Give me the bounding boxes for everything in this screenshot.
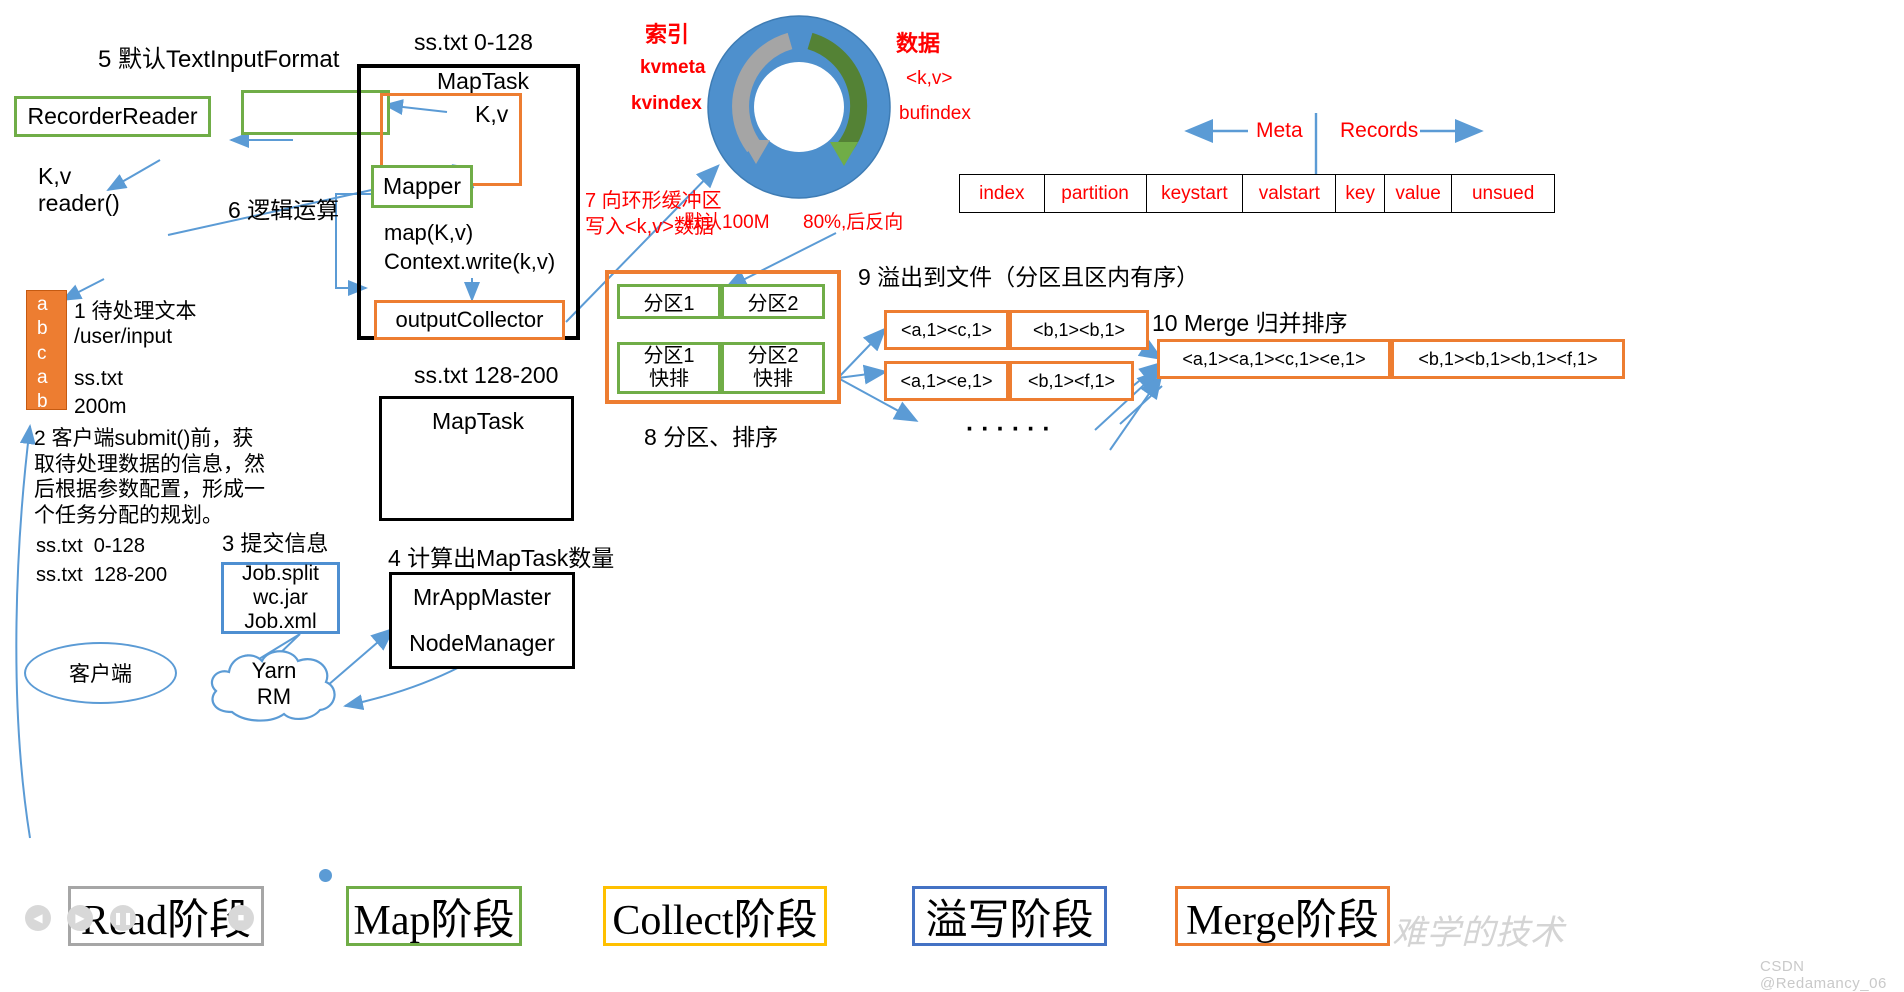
stage-legend-label: Collect阶段 <box>612 897 818 944</box>
yarn-label: Yarn RM <box>251 658 297 709</box>
step1-label: 1 待处理文本 /user/input <box>74 300 197 348</box>
prev-icon[interactable]: ◀ <box>25 905 51 931</box>
merged-file-text: <b,1><b,1><b,1><f,1> <box>1418 348 1598 369</box>
step2-label: 2 客户端submit()前，获 取待处理数据的信息，然 后根据参数配置，形成一… <box>34 427 265 527</box>
job-files-box[interactable]: Job.split wc.jar Job.xml <box>221 562 340 634</box>
diagram-canvas: 5 默认TextInputFormat RecorderReader K,v r… <box>0 0 1904 992</box>
bufindex-label: bufindex <box>899 103 971 124</box>
maptask2-title: MapTask <box>432 408 525 434</box>
maptask1-caption: ss.txt 0-128 <box>414 29 533 55</box>
spill-file-text: <a,1><c,1> <box>900 319 993 340</box>
kv-reader-label: K,v reader() <box>38 163 120 217</box>
partition-2-sorted-box[interactable]: 分区2 快排 <box>721 342 825 394</box>
stage-legend-label: Merge阶段 <box>1186 897 1379 944</box>
client-ellipse[interactable]: 客户端 <box>24 642 177 704</box>
partition-1-label: 分区1 <box>643 293 695 315</box>
step9-label: 9 溢出到文件（分区且区内有序） <box>858 264 1200 290</box>
job-file-item: wc.jar <box>253 586 308 610</box>
spill-threshold-label: 80%,后反向 <box>803 212 904 233</box>
input-file-size: 200m <box>74 395 127 418</box>
merged-file-text: <a,1><a,1><c,1><e,1> <box>1182 348 1366 369</box>
mr-app-master-label: MrAppMaster <box>412 584 552 611</box>
step10-label: 10 Merge 归并排序 <box>1152 310 1348 336</box>
spill-ellipsis: · · · · · · <box>966 415 1051 443</box>
kvindex-label: kvindex <box>631 93 702 114</box>
step8-label: 8 分区、排序 <box>644 424 779 450</box>
spill-file-cell[interactable]: <a,1><c,1> <box>884 310 1009 350</box>
buffer-cell[interactable]: index <box>959 174 1044 213</box>
merged-file-cell[interactable]: <b,1><b,1><b,1><f,1> <box>1391 339 1625 379</box>
step4-label: 4 计算出MapTask数量 <box>388 545 615 571</box>
kv-pair-label: <k,v> <box>906 68 953 89</box>
output-collector-label: outputCollector <box>395 307 544 332</box>
spill-file-cell[interactable]: <b,1><f,1> <box>1009 361 1134 401</box>
spill-file-text: <b,1><b,1> <box>1032 319 1126 340</box>
client-label: 客户端 <box>69 663 132 686</box>
stop-icon[interactable]: ■ <box>228 905 254 931</box>
buffer-cell[interactable]: key <box>1335 174 1384 213</box>
merged-file-cell[interactable]: <a,1><a,1><c,1><e,1> <box>1157 339 1391 379</box>
recorder-reader-label: RecorderReader <box>27 103 198 129</box>
yarn-cloud[interactable]: Yarn RM <box>200 640 348 726</box>
maptask1-title: MapTask <box>437 68 530 94</box>
split-2-label: ss.txt 128-200 <box>36 564 168 586</box>
stage-legend-spill[interactable]: 溢写阶段 <box>912 886 1107 946</box>
stage-legend-label: Map阶段 <box>353 897 515 944</box>
mapper-label: Mapper <box>383 173 461 199</box>
file-block-letters: a b c a b … <box>37 294 56 437</box>
maptask2-caption: ss.txt 128-200 <box>414 362 559 388</box>
partition-1-box[interactable]: 分区1 <box>617 284 721 319</box>
spill-file-cell[interactable]: <b,1><b,1> <box>1009 310 1149 350</box>
progress-dot <box>319 869 332 882</box>
watermark-brand: CSDN @Redamancy_06 <box>1760 958 1887 992</box>
output-collector-box[interactable]: outputCollector <box>374 300 565 340</box>
watermark-chinese: 难学的技术 <box>1392 915 1565 952</box>
split-1-label: ss.txt 0-128 <box>36 535 145 557</box>
step3-label: 3 提交信息 <box>222 531 329 556</box>
buffer-cell[interactable]: valstart <box>1242 174 1336 213</box>
spill-file-text: <a,1><e,1> <box>900 370 993 391</box>
meta-label: Meta <box>1256 119 1303 142</box>
buffer-cell[interactable]: unsued <box>1451 174 1555 213</box>
ring-buffer <box>706 14 892 200</box>
mapper-box[interactable]: Mapper <box>371 165 473 208</box>
partition-1-sorted-box[interactable]: 分区1 快排 <box>617 342 721 394</box>
recorder-reader-box[interactable]: RecorderReader <box>14 96 211 137</box>
index-title: 索引 <box>645 22 690 47</box>
partition-1-sorted-label: 分区1 快排 <box>643 344 695 390</box>
records-label: Records <box>1340 119 1419 142</box>
spill-file-cell[interactable]: <a,1><e,1> <box>884 361 1009 401</box>
ring-buffer-icon <box>707 15 891 199</box>
stage-legend-label: Read阶段 <box>80 897 252 944</box>
data-title: 数据 <box>896 31 941 56</box>
job-file-item: Job.split <box>241 562 320 586</box>
default-buffer-size: 默认100M <box>684 212 770 233</box>
input-file-name: ss.txt <box>74 367 124 390</box>
spill-file-text: <b,1><f,1> <box>1027 370 1116 391</box>
stage-legend-collect[interactable]: Collect阶段 <box>603 886 827 946</box>
node-manager-label: NodeManager <box>409 629 555 656</box>
kv-label: K,v <box>475 101 509 127</box>
partition-2-sorted-label: 分区2 快排 <box>747 344 799 390</box>
map-calls-label: map(K,v) Context.write(k,v) <box>384 220 556 274</box>
buffer-cell[interactable]: partition <box>1043 174 1146 213</box>
stage-legend-label: 溢写阶段 <box>925 897 1094 944</box>
pause-icon[interactable]: ❚❚ <box>110 905 136 931</box>
buffer-cell[interactable]: keystart <box>1145 174 1243 213</box>
step5-label: 5 默认TextInputFormat <box>98 46 340 73</box>
step6-label: 6 逻辑运算 <box>228 197 340 223</box>
buffer-cell[interactable]: value <box>1383 174 1452 213</box>
mr-app-master-box[interactable]: MrAppMaster NodeManager <box>389 572 575 669</box>
play-icon[interactable]: ▶ <box>67 905 93 931</box>
connector-layer <box>15 99 1484 839</box>
job-file-item: Job.xml <box>244 609 317 633</box>
partition-2-label: 分区2 <box>747 293 799 315</box>
buffer-layout-table: index partition keystart valstart key value un… <box>959 174 1555 213</box>
partition-2-box[interactable]: 分区2 <box>721 284 825 319</box>
stage-legend-merge[interactable]: Merge阶段 <box>1175 886 1390 946</box>
stage-legend-map[interactable]: Map阶段 <box>346 886 522 946</box>
kvmeta-label: kvmeta <box>640 57 706 78</box>
